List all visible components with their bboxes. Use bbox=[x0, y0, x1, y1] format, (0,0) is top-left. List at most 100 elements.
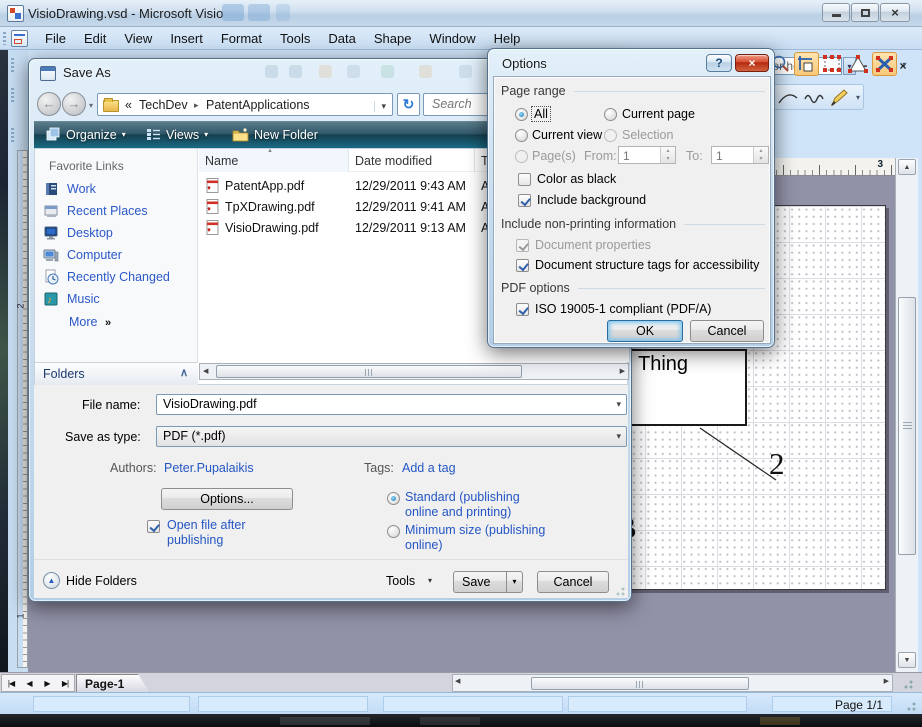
page-range-group: Page range bbox=[501, 84, 765, 98]
menu-insert[interactable]: Insert bbox=[161, 31, 212, 46]
scroll-right-button[interactable]: ▶ bbox=[620, 367, 625, 375]
first-page-button[interactable]: |◀ bbox=[2, 675, 20, 691]
toolbar-overflow-button[interactable]: ▾ bbox=[852, 85, 864, 110]
close-button[interactable]: × bbox=[880, 3, 910, 22]
menu-file[interactable]: File bbox=[36, 31, 75, 46]
folders-expander[interactable]: Folders ∧ bbox=[35, 362, 198, 385]
scrollbar-thumb[interactable] bbox=[898, 297, 916, 555]
sidebar-item-recently-changed[interactable]: Recently Changed bbox=[43, 269, 170, 285]
cancel-button[interactable]: Cancel bbox=[537, 571, 609, 593]
menu-tools[interactable]: Tools bbox=[271, 31, 319, 46]
authors-value[interactable]: Peter.Pupalaikis bbox=[164, 461, 254, 475]
recent-places-icon bbox=[43, 203, 59, 219]
column-header-name[interactable]: ▲ Name bbox=[199, 149, 349, 172]
menu-view[interactable]: View bbox=[115, 31, 161, 46]
menu-edit[interactable]: Edit bbox=[75, 31, 115, 46]
page-tab[interactable]: Page-1 bbox=[76, 674, 150, 693]
views-button[interactable]: Views ▾ bbox=[146, 127, 208, 142]
sidebar-more-link[interactable]: More » bbox=[69, 315, 111, 329]
taskbar-item bbox=[760, 717, 800, 725]
scroll-up-button[interactable]: ▲ bbox=[898, 159, 916, 175]
organize-button[interactable]: Organize ▾ bbox=[46, 127, 126, 142]
dropdown-arrow-icon: ▾ bbox=[204, 130, 208, 139]
cancel-button[interactable]: Cancel bbox=[690, 320, 764, 342]
forward-button[interactable]: → bbox=[62, 92, 86, 116]
save-button[interactable]: Save ▾ bbox=[453, 571, 523, 593]
minimum-size-radio[interactable] bbox=[387, 525, 400, 538]
scrollbar-thumb[interactable] bbox=[216, 365, 522, 378]
next-page-button[interactable]: ▶ bbox=[38, 675, 56, 691]
sidebar-item-work[interactable]: Work bbox=[43, 181, 96, 197]
shape-vertex-button[interactable] bbox=[846, 52, 871, 76]
pencil-tool-icon[interactable] bbox=[828, 87, 850, 109]
address-dropdown-arrow[interactable]: ▾ bbox=[374, 101, 386, 112]
file-name-input[interactable]: VisioDrawing.pdf ▾ bbox=[156, 394, 627, 415]
scroll-right-button[interactable]: ▶ bbox=[884, 677, 889, 685]
minimize-button[interactable] bbox=[822, 3, 850, 22]
menu-bar: File Edit View Insert Format Tools Data … bbox=[0, 27, 922, 50]
menu-data[interactable]: Data bbox=[319, 31, 364, 46]
work-icon bbox=[43, 181, 59, 197]
sidebar-item-music[interactable]: ♪ Music bbox=[43, 291, 100, 307]
tools-dropdown[interactable]: Tools bbox=[386, 574, 415, 588]
ghost-icon bbox=[222, 4, 244, 21]
scroll-down-button[interactable]: ▼ bbox=[898, 652, 916, 668]
ghost-icon bbox=[419, 65, 432, 78]
select-area-button[interactable] bbox=[820, 52, 845, 76]
menu-window[interactable]: Window bbox=[420, 31, 484, 46]
scroll-left-button[interactable]: ◀ bbox=[455, 677, 460, 685]
document-properties-checkbox bbox=[516, 239, 529, 252]
document-structure-checkbox[interactable] bbox=[516, 259, 529, 272]
file-name-label: File name: bbox=[82, 398, 140, 412]
close-button[interactable]: × bbox=[735, 54, 769, 72]
music-icon: ♪ bbox=[43, 291, 59, 307]
maximize-button[interactable] bbox=[851, 3, 879, 22]
horizontal-scrollbar[interactable]: ◀ ▶ bbox=[452, 674, 893, 692]
all-radio[interactable] bbox=[515, 108, 528, 121]
refresh-button[interactable]: ↻ bbox=[397, 93, 420, 116]
page-navigation: |◀ ◀ ▶ ▶| bbox=[1, 674, 75, 692]
tools-dropdown-arrow[interactable]: ▾ bbox=[428, 576, 432, 585]
column-header-modified[interactable]: Date modified bbox=[350, 149, 475, 172]
list-horizontal-scrollbar[interactable]: ◀ ▶ bbox=[199, 363, 629, 380]
include-background-checkbox[interactable] bbox=[518, 194, 531, 207]
freeform-tool-icon[interactable] bbox=[802, 88, 826, 108]
toolbar-overflow-button[interactable]: ▾ bbox=[898, 52, 911, 76]
options-button[interactable]: Options... bbox=[161, 488, 293, 510]
current-view-radio[interactable] bbox=[515, 129, 528, 142]
snap-tool-button[interactable] bbox=[794, 52, 819, 76]
previous-page-button[interactable]: ◀ bbox=[20, 675, 38, 691]
sidebar-item-desktop[interactable]: Desktop bbox=[43, 225, 113, 241]
breadcrumb-patentapplications[interactable]: PatentApplications bbox=[206, 98, 310, 112]
recent-pages-dropdown[interactable]: ▾ bbox=[89, 101, 93, 110]
arc-tool-icon[interactable] bbox=[776, 88, 800, 108]
scroll-left-button[interactable]: ◀ bbox=[203, 367, 208, 375]
sidebar-item-recent-places[interactable]: Recent Places bbox=[43, 203, 148, 219]
callout-number[interactable]: 2 bbox=[769, 446, 785, 482]
vertical-scrollbar[interactable]: ▲ ▼ bbox=[895, 158, 918, 672]
breadcrumb-prefix[interactable]: « bbox=[125, 98, 132, 112]
connection-point-button[interactable] bbox=[872, 52, 897, 76]
scrollbar-thumb[interactable] bbox=[531, 677, 749, 690]
menu-shape[interactable]: Shape bbox=[365, 31, 421, 46]
back-button[interactable]: ← bbox=[37, 92, 61, 116]
address-breadcrumb-bar[interactable]: « TechDev ▸ PatentApplications ▾ bbox=[97, 93, 393, 116]
sidebar-item-computer[interactable]: Computer bbox=[43, 247, 122, 263]
standard-radio[interactable] bbox=[387, 492, 400, 505]
help-button[interactable]: ? bbox=[706, 54, 732, 72]
tags-add-link[interactable]: Add a tag bbox=[402, 461, 456, 475]
menu-help[interactable]: Help bbox=[485, 31, 530, 46]
save-type-select[interactable]: PDF (*.pdf) ▾ bbox=[156, 426, 627, 447]
open-file-checkbox[interactable] bbox=[147, 520, 160, 533]
color-as-black-checkbox[interactable] bbox=[518, 173, 531, 186]
iso-compliant-checkbox[interactable] bbox=[516, 303, 529, 316]
menu-format[interactable]: Format bbox=[212, 31, 271, 46]
new-folder-button[interactable]: New Folder bbox=[232, 127, 318, 142]
ok-button[interactable]: OK bbox=[607, 320, 683, 342]
hide-folders-button[interactable]: ▲ bbox=[43, 572, 60, 589]
hide-folders-label[interactable]: Hide Folders bbox=[66, 574, 137, 588]
breadcrumb-techdev[interactable]: TechDev bbox=[139, 98, 188, 112]
current-page-radio[interactable] bbox=[604, 108, 617, 121]
more-chevrons-icon: » bbox=[105, 317, 111, 329]
last-page-button[interactable]: ▶| bbox=[56, 675, 74, 691]
